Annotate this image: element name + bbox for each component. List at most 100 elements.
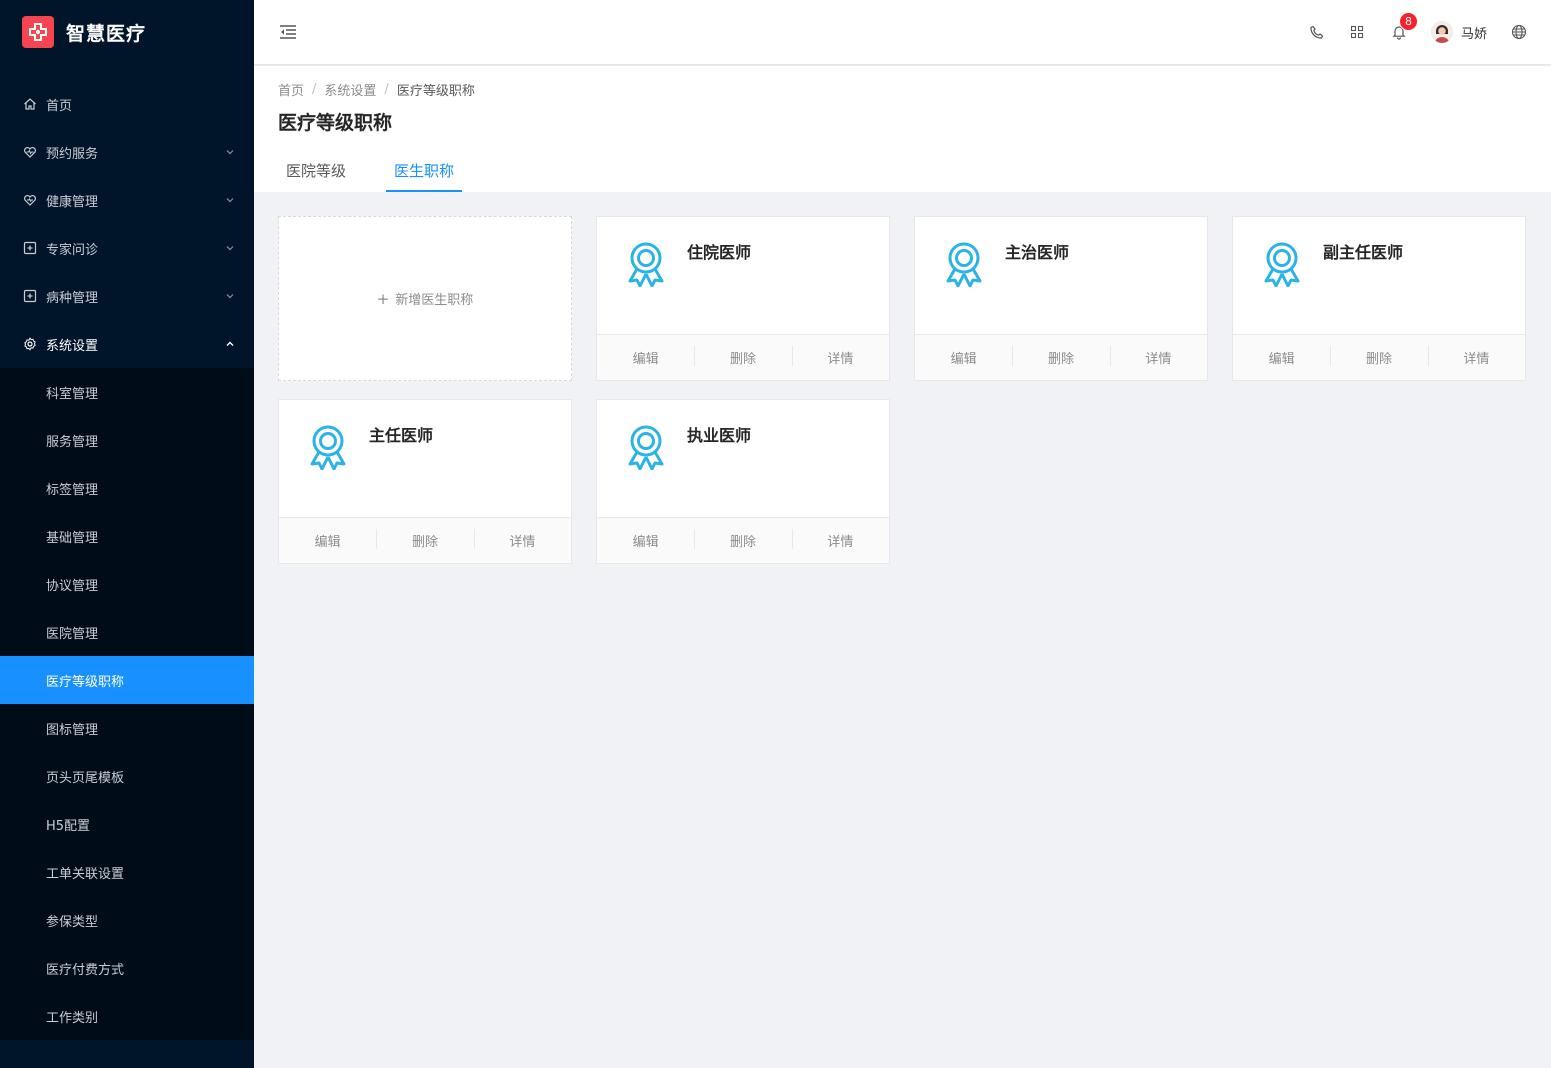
chevron-up-icon [226, 341, 234, 346]
heart-pulse-icon [22, 144, 38, 160]
settings-submenu: 科室管理 服务管理 标签管理 基础管理 协议管理 医院管理 医疗等级职称 图标管… [0, 368, 254, 1040]
award-icon [628, 242, 664, 287]
chevron-down-icon [226, 150, 234, 155]
card-actions: 编辑 删除 详情 [279, 517, 571, 563]
breadcrumb-separator: / [384, 82, 389, 97]
award-icon [946, 242, 982, 287]
delete-button[interactable]: 删除 [694, 346, 791, 367]
sidebar-subitem-payment[interactable]: 医疗付费方式 [0, 944, 254, 992]
chevron-down-icon [226, 246, 234, 251]
sidebar-item-disease[interactable]: 病种管理 [0, 272, 254, 320]
sidebar-subitem-icon[interactable]: 图标管理 [0, 704, 254, 752]
breadcrumb-settings[interactable]: 系统设置 [324, 80, 376, 99]
medical-plus-icon [22, 288, 38, 304]
delete-button[interactable]: 删除 [376, 529, 473, 550]
breadcrumb-current: 医疗等级职称 [396, 84, 475, 99]
phone-icon [1310, 25, 1324, 39]
sidebar-item-home[interactable]: 首页 [0, 80, 254, 128]
sidebar-subitem-insurance[interactable]: 参保类型 [0, 896, 254, 944]
breadcrumb-separator: / [312, 82, 317, 97]
sidebar-menu: 首页 预约服务 健康管理 专家问诊 病种管理 系统设置 科室管理 服务管理 标签… [0, 80, 254, 1040]
card-title: 住院医师 [687, 243, 752, 262]
avatar [1430, 21, 1453, 43]
sidebar-subitem-basic[interactable]: 基础管理 [0, 512, 254, 560]
edit-button[interactable]: 编辑 [597, 531, 694, 550]
detail-button[interactable]: 详情 [1427, 346, 1525, 367]
gear-icon [22, 336, 38, 352]
card-actions: 编辑 删除 详情 [915, 334, 1207, 380]
app-logo[interactable]: 智慧医疗 [0, 0, 254, 64]
card-actions: 编辑 删除 详情 [1233, 334, 1525, 380]
delete-button[interactable]: 删除 [1012, 346, 1109, 367]
card-actions: 编辑 删除 详情 [597, 334, 889, 380]
sidebar-item-health[interactable]: 健康管理 [0, 176, 254, 224]
add-doctor-title-card[interactable]: + 新增医生职称 [278, 216, 572, 381]
grid-icon [1350, 25, 1364, 39]
delete-button[interactable]: 删除 [694, 529, 791, 550]
sidebar-subitem-hospital[interactable]: 医院管理 [0, 608, 254, 656]
page-header: 首页 / 系统设置 / 医疗等级职称 医疗等级职称 医院等级 医生职称 [254, 66, 1551, 192]
title-card: 执业医师 编辑 删除 详情 [596, 399, 890, 564]
sidebar-item-settings[interactable]: 系统设置 [0, 320, 254, 368]
sidebar-subitem-agreement[interactable]: 协议管理 [0, 560, 254, 608]
app-title: 智慧医疗 [66, 22, 147, 45]
title-card: 住院医师 编辑 删除 详情 [596, 216, 890, 381]
user-name: 马娇 [1460, 26, 1487, 42]
delete-button[interactable]: 删除 [1330, 346, 1427, 367]
sidebar-subitem-h5[interactable]: H5配置 [0, 800, 254, 848]
card-actions: 编辑 删除 详情 [597, 517, 889, 563]
chevron-down-icon [226, 294, 234, 299]
sidebar-item-consultation[interactable]: 专家问诊 [0, 224, 254, 272]
notification-badge: 8 [1398, 12, 1418, 31]
sidebar-subitem-header-footer[interactable]: 页头页尾模板 [0, 752, 254, 800]
medical-plus-icon [22, 240, 38, 256]
sidebar-subitem-department[interactable]: 科室管理 [0, 368, 254, 416]
breadcrumb: 首页 / 系统设置 / 医疗等级职称 [278, 80, 475, 99]
apps-button[interactable] [1337, 0, 1377, 64]
tab-hospital-level[interactable]: 医院等级 [278, 160, 354, 192]
card-title: 副主任医师 [1323, 243, 1404, 262]
detail-button[interactable]: 详情 [473, 529, 571, 550]
award-icon [1264, 242, 1300, 287]
sidebar-item-label: 预约服务 [46, 146, 99, 162]
detail-button[interactable]: 详情 [791, 346, 889, 367]
award-icon [310, 425, 346, 470]
page-title: 医疗等级职称 [278, 112, 393, 134]
edit-button[interactable]: 编辑 [597, 348, 694, 367]
card-list: + 新增医生职称 住院医师 编辑 删除 详情 主治医师 编辑 删除 详情 副主任… [278, 216, 1528, 564]
sidebar-item-label: 病种管理 [46, 290, 99, 306]
add-card-label: 新增医生职称 [395, 293, 474, 308]
sidebar-subitem-service[interactable]: 服务管理 [0, 416, 254, 464]
detail-button[interactable]: 详情 [791, 529, 889, 550]
sidebar-item-label: 系统设置 [46, 338, 99, 354]
card-title: 执业医师 [687, 426, 752, 445]
sidebar-item-appointment[interactable]: 预约服务 [0, 128, 254, 176]
header-actions: 8 马娇 [1297, 0, 1551, 64]
sidebar: 智慧医疗 首页 预约服务 健康管理 专家问诊 病种管理 系统设置 科室管理 服务… [0, 0, 254, 1068]
heart-icon [22, 192, 38, 208]
breadcrumb-home[interactable]: 首页 [278, 80, 304, 99]
sidebar-subitem-work-category[interactable]: 工作类别 [0, 992, 254, 1040]
detail-button[interactable]: 详情 [1109, 346, 1207, 367]
notification-button[interactable]: 8 [1377, 0, 1421, 64]
top-header: 8 马娇 [254, 0, 1551, 64]
tabs: 医院等级 医生职称 [278, 160, 494, 192]
sidebar-subitem-ticket[interactable]: 工单关联设置 [0, 848, 254, 896]
sidebar-item-label: 首页 [46, 98, 73, 114]
sidebar-subitem-tag[interactable]: 标签管理 [0, 464, 254, 512]
tab-doctor-title[interactable]: 医生职称 [386, 160, 463, 192]
edit-button[interactable]: 编辑 [279, 531, 376, 550]
plus-icon: + [376, 289, 390, 308]
home-icon [22, 96, 38, 112]
title-card: 主治医师 编辑 删除 详情 [914, 216, 1208, 381]
edit-button[interactable]: 编辑 [915, 348, 1012, 367]
menu-fold-icon[interactable] [278, 22, 298, 42]
edit-button[interactable]: 编辑 [1233, 348, 1330, 367]
title-card: 副主任医师 编辑 删除 详情 [1232, 216, 1526, 381]
language-button[interactable] [1499, 0, 1539, 64]
phone-button[interactable] [1297, 0, 1337, 64]
user-menu[interactable]: 马娇 [1421, 0, 1499, 64]
title-card: 主任医师 编辑 删除 详情 [278, 399, 572, 564]
card-title: 主任医师 [369, 426, 434, 445]
sidebar-subitem-medical-titles[interactable]: 医疗等级职称 [0, 656, 254, 704]
